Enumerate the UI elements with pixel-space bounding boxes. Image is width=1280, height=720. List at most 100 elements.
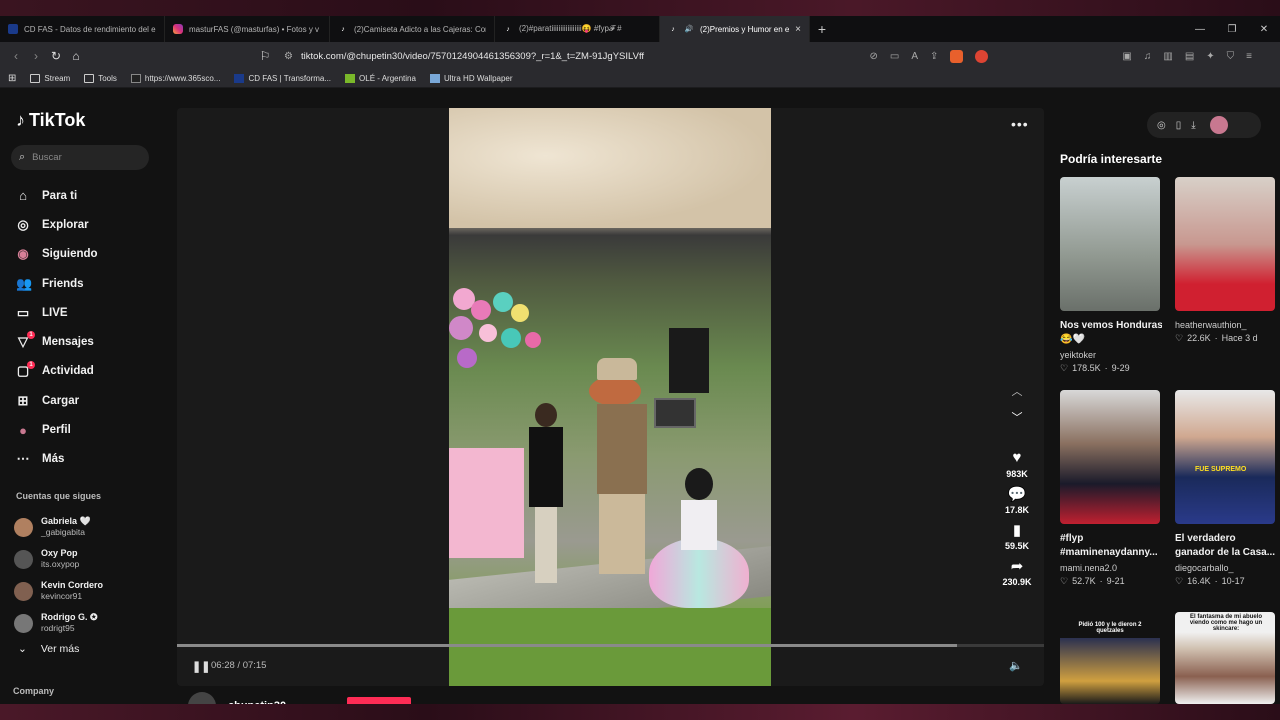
avatar[interactable] — [14, 517, 33, 537]
more-options-icon[interactable]: ••• — [1011, 116, 1029, 132]
tiktok-icon: ♪ — [341, 25, 345, 33]
tab-tiktok-2[interactable]: ♪ (2)#paratiiiiiiiiiiiiiiiii😝 #fyp𝓕 # — [495, 16, 660, 42]
back-icon[interactable]: ‹ — [6, 49, 26, 63]
author-info[interactable]: chupetin30 — [188, 692, 286, 704]
compass-icon[interactable]: ◎ — [1157, 120, 1166, 131]
site-settings-icon[interactable]: ⚙ — [284, 51, 293, 62]
avatar[interactable] — [188, 692, 216, 704]
main-nav: ⌂ Para ti ◎ Explorar ◉ Siguiendo 👥 Friends ▭ LIVE… — [16, 181, 166, 474]
forward-icon[interactable]: › — [26, 49, 46, 63]
vpn-icon[interactable]: ⛉ — [1227, 51, 1235, 62]
volume-icon[interactable]: 🔈 — [1009, 659, 1023, 672]
bookmark-stream[interactable]: Stream — [30, 74, 70, 83]
chevron-up-icon[interactable]: ︿ — [995, 383, 1039, 409]
folder-icon — [30, 74, 41, 83]
recommendation-card[interactable]: heatherwauthion_ ♡ 22.6K · Hace 3 d — [1175, 177, 1277, 344]
download-icon[interactable]: ⤓ — [1191, 120, 1195, 131]
minimize-icon[interactable]: — — [1184, 24, 1216, 35]
avatar[interactable] — [14, 613, 33, 633]
tab-tiktok-active[interactable]: ♪ 🔊 (2)Premios y Humor en el LIV × — [660, 16, 810, 42]
bookmark-ole[interactable]: OLÉ - Argentina — [345, 74, 416, 83]
device-icon[interactable]: ▯ — [1176, 120, 1182, 131]
sidebar-item-perfil[interactable]: ● Perfil — [16, 415, 166, 444]
new-tab-button[interactable]: + — [810, 21, 834, 37]
recommendation-card[interactable]: Pidió 100 y le dieron 2 quetzales — [1060, 612, 1162, 704]
bookmark-365[interactable]: https://www.365sco... — [130, 74, 220, 83]
sidebar-item-friends[interactable]: 👥 Friends — [16, 269, 166, 298]
maximize-icon[interactable]: ❐ — [1216, 24, 1248, 35]
rec-title: #flyp — [1060, 533, 1084, 544]
follow-button[interactable] — [347, 697, 411, 704]
brave-rewards-icon[interactable] — [975, 49, 989, 63]
sidebar-item-explorar[interactable]: ◎ Explorar — [16, 210, 166, 239]
reload-icon[interactable]: ↻ — [46, 49, 66, 63]
brave-shield-icon[interactable] — [950, 49, 964, 63]
video-thumbnail[interactable] — [1175, 177, 1275, 311]
close-window-icon[interactable]: ✕ — [1248, 24, 1280, 35]
apps-icon[interactable]: ⊞ — [8, 73, 16, 84]
home-browser-icon[interactable]: ⌂ — [66, 49, 86, 63]
translate-icon[interactable]: A — [911, 51, 918, 62]
avatar[interactable] — [14, 549, 33, 569]
comment-button[interactable]: 💬 17.8K — [995, 485, 1039, 515]
url-field[interactable]: ⚙ tiktok.com/@chupetin30/video/757012490… — [284, 42, 644, 70]
video-thumbnail[interactable] — [1060, 177, 1160, 311]
share-icon[interactable]: ⇪ — [930, 51, 938, 62]
company-link[interactable]: Company — [13, 686, 54, 696]
sidebar-item-cargar[interactable]: ⊞ Cargar — [16, 386, 166, 415]
video-scene-boy — [529, 403, 563, 583]
tiktok-logo[interactable]: ♪ TikTok — [16, 110, 85, 131]
music-icon[interactable]: ♫ — [1144, 51, 1152, 62]
sidebar-item-siguiendo[interactable]: ◉ Siguiendo — [16, 240, 166, 269]
ai-icon[interactable]: ✦ — [1206, 51, 1214, 62]
sidebar-item-live[interactable]: ▭ LIVE — [16, 298, 166, 327]
pause-icon[interactable]: ❚❚ — [192, 660, 210, 673]
reader-icon[interactable]: ▥ — [1163, 51, 1172, 62]
share-button[interactable]: ➦ 230.9K — [995, 557, 1039, 587]
cast-icon[interactable]: ▭ — [890, 51, 899, 62]
no-tracking-icon[interactable]: ⊘ — [870, 51, 878, 62]
video-frame[interactable] — [449, 108, 771, 686]
sidebar-toggle-icon[interactable]: ▣ — [1122, 51, 1131, 62]
video-thumbnail[interactable]: El fantasma de mi abuelo viendo como me … — [1175, 612, 1275, 704]
see-more-button[interactable]: ⌄ Ver más — [18, 643, 79, 655]
chevron-down-icon[interactable]: ﹀ — [995, 409, 1039, 435]
sidebar-item-label: Para ti — [42, 189, 78, 202]
save-button[interactable]: ▮ 59.5K — [995, 521, 1039, 551]
sidebar-item-para-ti[interactable]: ⌂ Para ti — [16, 181, 166, 210]
video-thumbnail[interactable]: FUE SUPREMO — [1175, 390, 1275, 524]
progress-bar[interactable] — [177, 644, 1044, 647]
close-tab-icon[interactable]: × — [795, 24, 801, 35]
video-thumbnail[interactable]: Pidió 100 y le dieron 2 quetzales — [1060, 612, 1160, 704]
sidebar-item-mensajes[interactable]: ▽ 1 Mensajes — [16, 327, 166, 356]
profile-icon: ● — [19, 422, 27, 438]
recommendation-card[interactable]: Nos vemos Honduras 😂🤍 yeiktoker ♡ 178.5K ·… — [1060, 177, 1162, 374]
bookmark-icon[interactable]: ⚐ — [255, 49, 275, 63]
sidebar-item-label: Mensajes — [42, 336, 94, 349]
following-item[interactable]: Gabriela 🤍 _gabigabita — [14, 511, 164, 543]
like-button[interactable]: ♥ 983K — [995, 449, 1039, 479]
following-item[interactable]: Kevin Cordero kevincor91 — [14, 575, 164, 607]
avatar[interactable] — [14, 581, 33, 601]
recommendation-card[interactable]: #flyp #maminenaydanny... mami.nena2.0 ♡ 5… — [1060, 390, 1162, 587]
wallet-icon[interactable]: ▤ — [1185, 51, 1194, 62]
video-player[interactable]: ••• ❚❚ 06:28 / 07:15 🔈 — [177, 108, 1044, 686]
recommendation-card[interactable]: El fantasma de mi abuelo viendo como me … — [1175, 612, 1277, 704]
audio-playing-icon[interactable]: 🔊 — [684, 24, 694, 34]
tab-instagram[interactable]: masturFAS (@masturfas) • Fotos y v — [165, 16, 330, 42]
bookmark-cdfas[interactable]: CD FAS | Transforma... — [234, 74, 331, 83]
bookmark-wallpaper[interactable]: Ultra HD Wallpaper — [429, 74, 513, 83]
tab-cdfas[interactable]: CD FAS - Datos de rendimiento del e — [0, 16, 165, 42]
menu-icon[interactable]: ≡ — [1246, 51, 1252, 62]
tab-tiktok-1[interactable]: ♪ (2)Camiseta Adicto a las Cajeras: Cor — [330, 16, 495, 42]
following-item[interactable]: Oxy Pop its.oxypop — [14, 543, 164, 575]
bookmark-tools[interactable]: Tools — [84, 74, 117, 83]
video-thumbnail[interactable] — [1060, 390, 1160, 524]
sidebar-item-actividad[interactable]: ▢ 1 Actividad — [16, 357, 166, 386]
avatar[interactable] — [1209, 116, 1228, 134]
video-scene-speaker — [669, 328, 709, 393]
following-item[interactable]: Rodrigo G. ✪ rodrigt95 — [14, 607, 164, 639]
sidebar-item-más[interactable]: ⋯ Más — [16, 445, 166, 474]
recommendation-card[interactable]: FUE SUPREMO El verdadero ganador de la C… — [1175, 390, 1277, 587]
search-input[interactable]: ⌕ Buscar — [11, 145, 149, 170]
